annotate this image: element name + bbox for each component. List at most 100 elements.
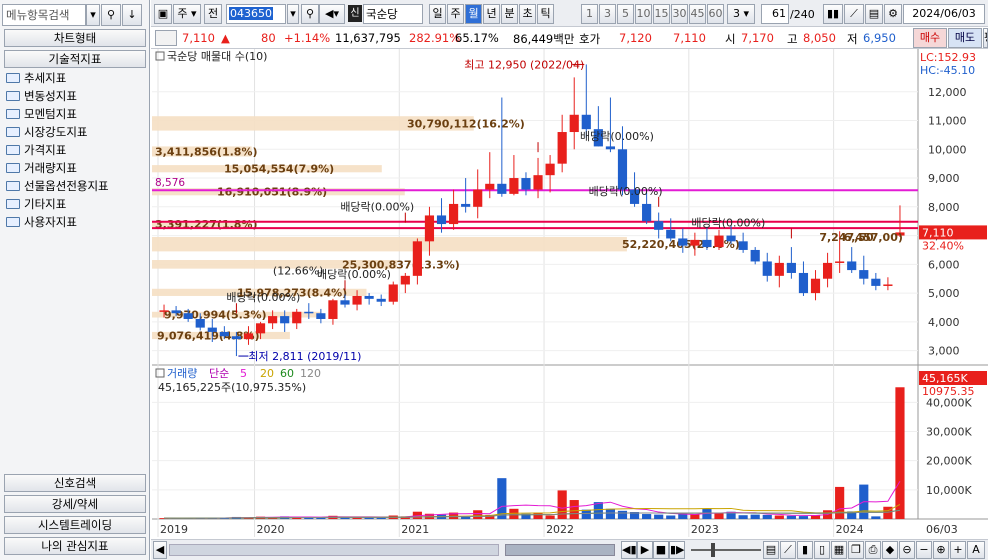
line-icon[interactable]: ⟋ [780,541,796,559]
volume-bar [593,502,603,519]
download-icon[interactable]: ↓ [122,4,142,26]
font-size-icon[interactable]: A [967,541,985,559]
candle-body [485,183,495,190]
count-button[interactable]: 15 [653,4,670,24]
tree-item[interactable]: 시장강도지표 [6,123,87,141]
count-button[interactable]: 10 [635,4,652,24]
volume-bar [654,514,664,519]
volume-bar [666,515,676,519]
technical-indicators-header[interactable]: 기술적지표 [4,50,146,68]
interval-tab[interactable]: 분 [501,4,518,24]
candle-icon[interactable]: ▯ [814,541,830,559]
up-arrow-icon: ▲ [221,31,230,45]
zoom-slider[interactable] [691,549,761,551]
chart-type-header[interactable]: 차트형태 [4,29,146,47]
candle-style-icon[interactable]: ▮▮ [823,4,843,24]
interval-tab[interactable]: 초 [519,4,536,24]
tree-item[interactable]: 기타지표 [6,195,66,213]
count-button[interactable]: 5 [617,4,634,24]
prev-button[interactable]: 전 [204,4,222,24]
hc-label: HC:-45.10 [920,64,975,77]
candle-body [678,238,688,246]
volume-bar [642,514,652,519]
signal-search-button[interactable]: 신호검색 [4,474,146,492]
buy-button[interactable]: 매수 [913,28,947,48]
dividend-pct-label: (12.66%) [273,264,324,277]
mark-icon[interactable]: ◆ [882,541,898,559]
zoom-out-icon[interactable]: ⊖ [899,541,915,559]
date-input[interactable]: 2024/06/03 [903,4,985,24]
candle-body [304,311,314,314]
volume-bar [533,512,543,519]
search-icon[interactable]: ⚲ [101,4,121,26]
play-back-button[interactable]: ◀▮ [621,541,637,559]
scroll-thumb[interactable] [505,544,615,556]
settings-icon[interactable]: ⚙ [884,4,902,24]
dividend-label: 배당락(0.00%) [589,185,663,198]
ma-period-label: 5 [240,367,247,380]
candle-body [219,331,229,337]
stop-button[interactable]: ■ [653,541,669,559]
strength-weakness-button[interactable]: 강세/약세 [4,495,146,513]
tree-item[interactable]: 변동성지표 [6,87,77,105]
total-count: /240 [790,8,815,21]
print-icon[interactable]: ⎙ [865,541,881,559]
search-dropdown-button[interactable]: ▾ [86,4,100,26]
grid-icon[interactable]: ▦ [831,541,847,559]
count-button[interactable]: 1 [581,4,598,24]
my-indicators-button[interactable]: 나의 관심지표 [4,537,146,555]
search-icon[interactable]: ⚲ [301,4,319,24]
interval-tab[interactable]: 년 [483,4,500,24]
zoom-slider-handle[interactable] [711,543,715,557]
interval-tab[interactable]: 일 [429,4,446,24]
tree-item[interactable]: 사용자지표 [6,213,77,231]
high-label: 고 [787,32,798,46]
count-button[interactable]: 45 [689,4,706,24]
volume-bar [473,510,483,519]
tree-item[interactable]: 추세지표 [6,69,66,87]
chart-icon[interactable]: ▤ [763,541,779,559]
stock-name-field: 국순당 [363,4,423,24]
system-trading-button[interactable]: 시스템트레이딩 [4,516,146,534]
interval-tab[interactable]: 틱 [537,4,554,24]
candle-body [448,203,459,225]
save-icon[interactable]: ▤ [865,4,883,24]
trade-amount: 86,449백만 [513,32,575,46]
interval-tab[interactable]: 주 [447,4,464,24]
tree-item[interactable]: 거래량지표 [6,159,77,177]
period-mode-select[interactable]: 주 ▾ [173,4,201,24]
interval-tab[interactable]: 월 [465,4,482,24]
eval-button[interactable]: 평 [983,28,988,48]
count-button[interactable]: 3 [599,4,616,24]
stock-code-input[interactable]: 043650 [226,4,286,24]
code-dropdown-button[interactable]: ▾ [287,4,299,24]
scroll-track[interactable] [169,544,499,556]
menu-search-input[interactable]: 메뉴항목검색 [2,4,86,26]
bar-icon[interactable]: ▮ [797,541,813,559]
plus-icon[interactable]: + [950,541,966,559]
chart-canvas[interactable]: 2019 2020 2021 2022 2023 2024 06/03 12,000 11,00… [152,49,988,539]
count-button[interactable]: 30 [671,4,688,24]
volume-bar [569,500,579,519]
count-select[interactable]: 3 ▾ [727,4,755,24]
tree-item[interactable]: 선물옵션전용지표 [6,177,109,195]
scroll-left-button[interactable]: ◀ [153,541,167,559]
layout-icon[interactable]: ▣ [154,4,172,24]
copy-icon[interactable]: ❐ [848,541,864,559]
tree-item[interactable]: 가격지표 [6,141,66,159]
current-price-tag-text: 7,110 [922,226,954,239]
speaker-icon[interactable]: ◀▾ [319,4,345,24]
position-input[interactable]: 61 [761,4,789,24]
volume-bar [786,515,796,519]
minus-icon[interactable]: − [916,541,932,559]
quote-toggle[interactable] [155,30,177,46]
sell-button[interactable]: 매도 [948,28,982,48]
zoom-in-icon[interactable]: ⊕ [933,541,949,559]
play-forward-button[interactable]: ▮▶ [669,541,685,559]
tree-item[interactable]: 모멘텀지표 [6,105,77,123]
draw-tool-icon[interactable]: ⟋ [844,4,864,24]
folder-icon [6,163,20,173]
play-button[interactable]: ▶ [637,541,653,559]
count-button[interactable]: 60 [707,4,724,24]
high-annotation: 최고 12,950 (2022/04) [464,58,584,71]
